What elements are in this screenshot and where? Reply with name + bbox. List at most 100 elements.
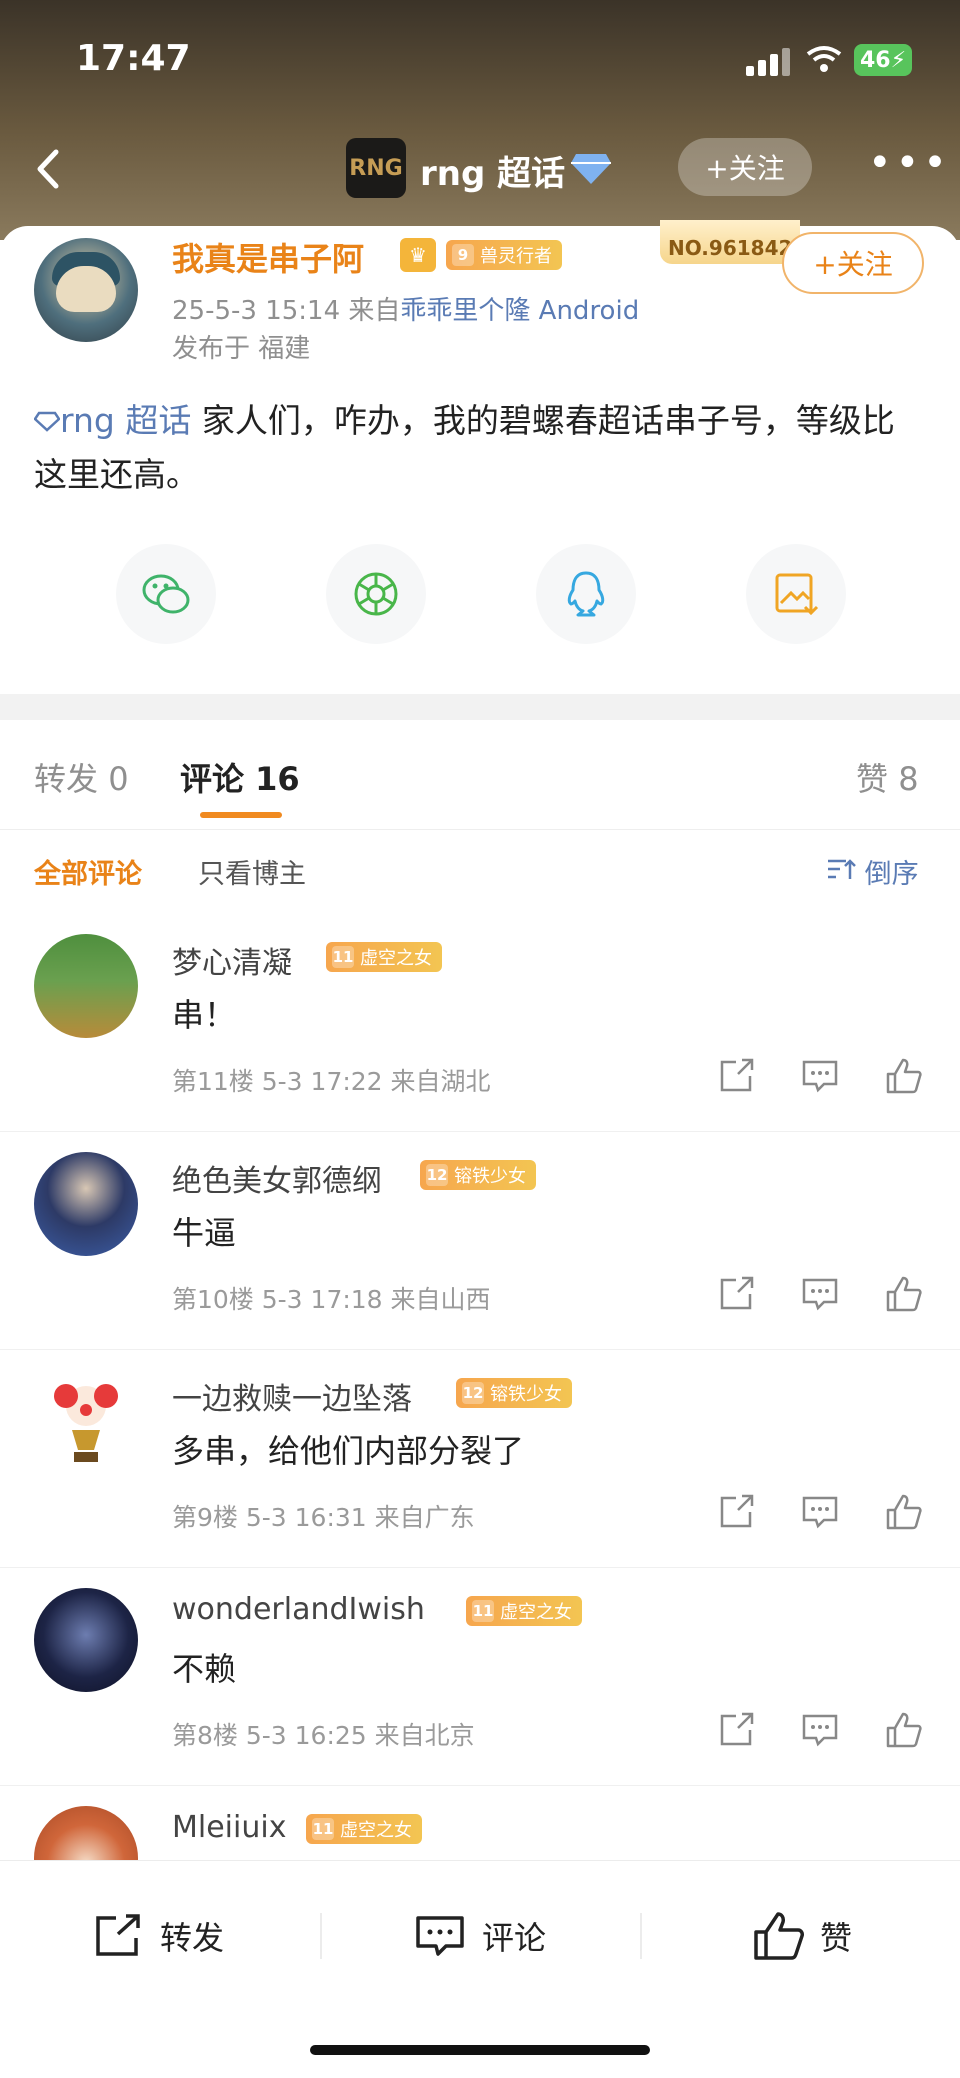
fan-number-badge: NO.961842 <box>660 220 800 264</box>
comment-text: 多串，给他们内部分裂了 <box>172 1432 525 1470</box>
commenter-avatar[interactable] <box>34 1152 138 1256</box>
level-number: 12 <box>462 1382 484 1404</box>
tab-comments-label: 评论 <box>180 760 245 798</box>
commenter-name[interactable]: wonderlandIwish <box>172 1592 425 1627</box>
battery-icon: 46 ⚡ <box>854 44 912 76</box>
comment-text: 牛逼 <box>172 1214 237 1252</box>
level-title: 虚空之女 <box>500 1602 572 1623</box>
comment-meta: 第11楼 5-3 17:22 来自湖北 <box>172 1067 491 1096</box>
topic-title: rng 超话 <box>420 154 566 194</box>
commenter-name[interactable]: Mleiiuix <box>172 1810 286 1845</box>
tab-repost[interactable]: 转发 0 <box>34 754 129 800</box>
status-time: 17:47 <box>76 38 191 79</box>
share-moments-button[interactable] <box>326 544 426 644</box>
level-number: 11 <box>332 946 354 968</box>
save-image-icon <box>775 573 819 616</box>
tab-comments[interactable]: 评论 16 <box>180 754 300 800</box>
bottom-action-bar: 转发 评论 赞 <box>0 1860 960 2078</box>
topic-link-label: rng 超话 <box>60 401 192 440</box>
author-name[interactable]: 我真是串子阿 <box>172 234 364 280</box>
tab-likes-count: 8 <box>898 760 919 798</box>
wechat-icon <box>142 574 190 614</box>
post-body: rng 超话 家人们，咋办，我的碧螺春超话串子号，等级比这里还高。 <box>33 394 914 502</box>
diamond-badge-icon <box>571 154 611 184</box>
repost-comment-icon[interactable] <box>716 1056 756 1096</box>
section-divider <box>0 694 960 720</box>
commenter-avatar[interactable] <box>34 1588 138 1692</box>
repost-label: 转发 <box>160 1919 225 1957</box>
commenter-avatar[interactable] <box>34 1806 138 1860</box>
more-options-icon[interactable]: ••• <box>868 143 947 188</box>
follow-author-button[interactable]: +关注 <box>782 232 924 294</box>
repost-button[interactable]: 转发 <box>92 1905 224 1967</box>
comment-meta: 第9楼 5-3 16:31 来自广东 <box>172 1503 475 1532</box>
comment-icon <box>416 1916 464 1956</box>
reply-comment-icon[interactable] <box>800 1492 840 1532</box>
commenter-name[interactable]: 一边救赎一边坠落 <box>172 1374 412 1418</box>
qq-icon <box>567 571 605 617</box>
filter-author-only[interactable]: 只看博主 <box>198 852 306 891</box>
repost-comment-icon[interactable] <box>716 1274 756 1314</box>
commenter-level-tag: 11 虚空之女 <box>326 942 442 972</box>
comment-label: 评论 <box>482 1919 547 1957</box>
repost-icon <box>96 1914 140 1956</box>
level-title: 镕铁少女 <box>454 1166 526 1187</box>
diamond-link-icon <box>33 411 61 432</box>
like-comment-icon[interactable] <box>884 1492 924 1532</box>
level-number: 12 <box>426 1164 448 1186</box>
battery-level: 46 <box>859 47 891 73</box>
like-comment-icon[interactable] <box>884 1056 924 1096</box>
clown-trophy-icon <box>54 1384 118 1462</box>
author-level-tag: 9 兽灵行者 <box>446 240 562 270</box>
comment-meta: 第8楼 5-3 16:25 来自北京 <box>172 1721 475 1750</box>
post-location: 发布于 福建 <box>172 334 311 364</box>
comment-button[interactable]: 评论 <box>414 1905 546 1967</box>
save-image-button[interactable] <box>746 544 846 644</box>
reply-comment-icon[interactable] <box>800 1056 840 1096</box>
wifi-icon <box>806 46 842 72</box>
topic-link[interactable]: rng 超话 <box>33 401 202 440</box>
tab-repost-count: 0 <box>108 760 129 798</box>
reply-comment-icon[interactable] <box>800 1274 840 1314</box>
level-title: 兽灵行者 <box>480 246 552 267</box>
author-avatar[interactable] <box>34 238 138 342</box>
back-icon[interactable] <box>24 144 74 194</box>
filter-all-comments[interactable]: 全部评论 <box>34 852 142 891</box>
share-row <box>0 544 960 644</box>
commenter-level-tag: 12 镕铁少女 <box>420 1160 536 1190</box>
repost-comment-icon[interactable] <box>716 1492 756 1532</box>
commenter-name[interactable]: 梦心清凝 <box>172 938 292 982</box>
header: 17:47 46 ⚡ RNG rng 超话 +关注 ••• <box>0 0 960 240</box>
sort-button[interactable]: 倒序 <box>826 852 919 891</box>
status-bar: 17:47 46 ⚡ <box>0 0 960 110</box>
comment-meta: 第10楼 5-3 17:18 来自山西 <box>172 1285 491 1314</box>
like-button[interactable]: 赞 <box>752 1905 852 1967</box>
commenter-name[interactable]: 绝色美女郭德纲 <box>172 1156 382 1200</box>
level-title: 虚空之女 <box>340 1820 412 1841</box>
level-number: 11 <box>312 1818 334 1840</box>
like-comment-icon[interactable] <box>884 1710 924 1750</box>
level-number: 9 <box>452 244 474 266</box>
like-comment-icon[interactable] <box>884 1274 924 1314</box>
share-qq-button[interactable] <box>536 544 636 644</box>
separator <box>640 1913 642 1959</box>
crown-icon: ♛ <box>400 238 436 272</box>
sort-label: 倒序 <box>864 859 919 890</box>
post-meta: 25-5-3 15:14 来自乖乖里个隆 Android <box>172 290 639 327</box>
follow-topic-button[interactable]: +关注 <box>678 138 812 196</box>
home-indicator <box>310 2045 650 2055</box>
level-title: 虚空之女 <box>360 948 432 969</box>
tab-comments-count: 16 <box>255 760 300 798</box>
post-from-label: 来自 <box>348 296 401 326</box>
comment-item: 梦心清凝 11 虚空之女 串！ 第11楼 5-3 17:22 来自湖北 <box>0 914 960 1132</box>
post-time: 25-5-3 15:14 <box>172 296 341 326</box>
post-card: NO.961842 +关注 我真是串子阿 ♛ 9 兽灵行者 25-5-3 15:… <box>0 220 960 694</box>
reply-comment-icon[interactable] <box>800 1710 840 1750</box>
share-wechat-button[interactable] <box>116 544 216 644</box>
repost-comment-icon[interactable] <box>716 1710 756 1750</box>
commenter-avatar[interactable] <box>34 1370 138 1474</box>
commenter-avatar[interactable] <box>34 934 138 1038</box>
comment-text: 不赖 <box>172 1650 237 1688</box>
tab-likes[interactable]: 赞 8 <box>856 754 919 800</box>
post-source[interactable]: 乖乖里个隆 Android <box>400 296 639 326</box>
